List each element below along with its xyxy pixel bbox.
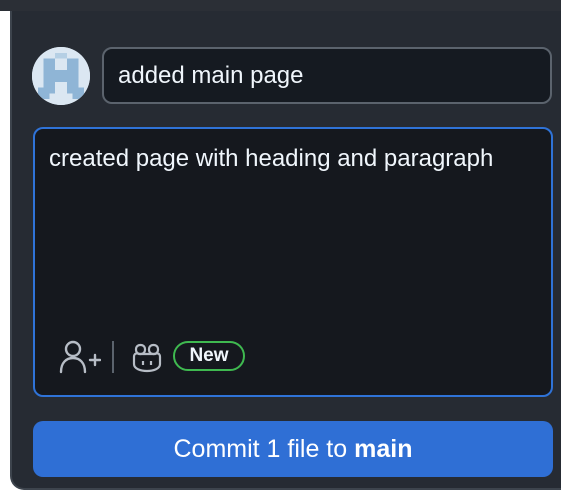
commit-panel-screenshot: added main page created page with headin… [0,0,561,490]
commit-button-label: Commit 1 file to [173,435,348,463]
commit-summary-input[interactable]: added main page [102,47,552,104]
commit-description-text: created page with heading and paragraph [49,145,494,172]
toolbar-separator [112,341,114,373]
new-badge: New [173,341,245,371]
commit-button[interactable]: Commit 1 file to main [33,421,553,477]
avatar [32,47,90,105]
top-edge [0,0,561,11]
person-add-icon[interactable] [59,339,102,375]
copilot-icon[interactable] [131,341,163,373]
commit-description-textarea[interactable]: created page with heading and paragraph … [33,127,553,397]
branch-name: main [354,435,413,463]
identicon-avatar-icon [32,47,90,105]
